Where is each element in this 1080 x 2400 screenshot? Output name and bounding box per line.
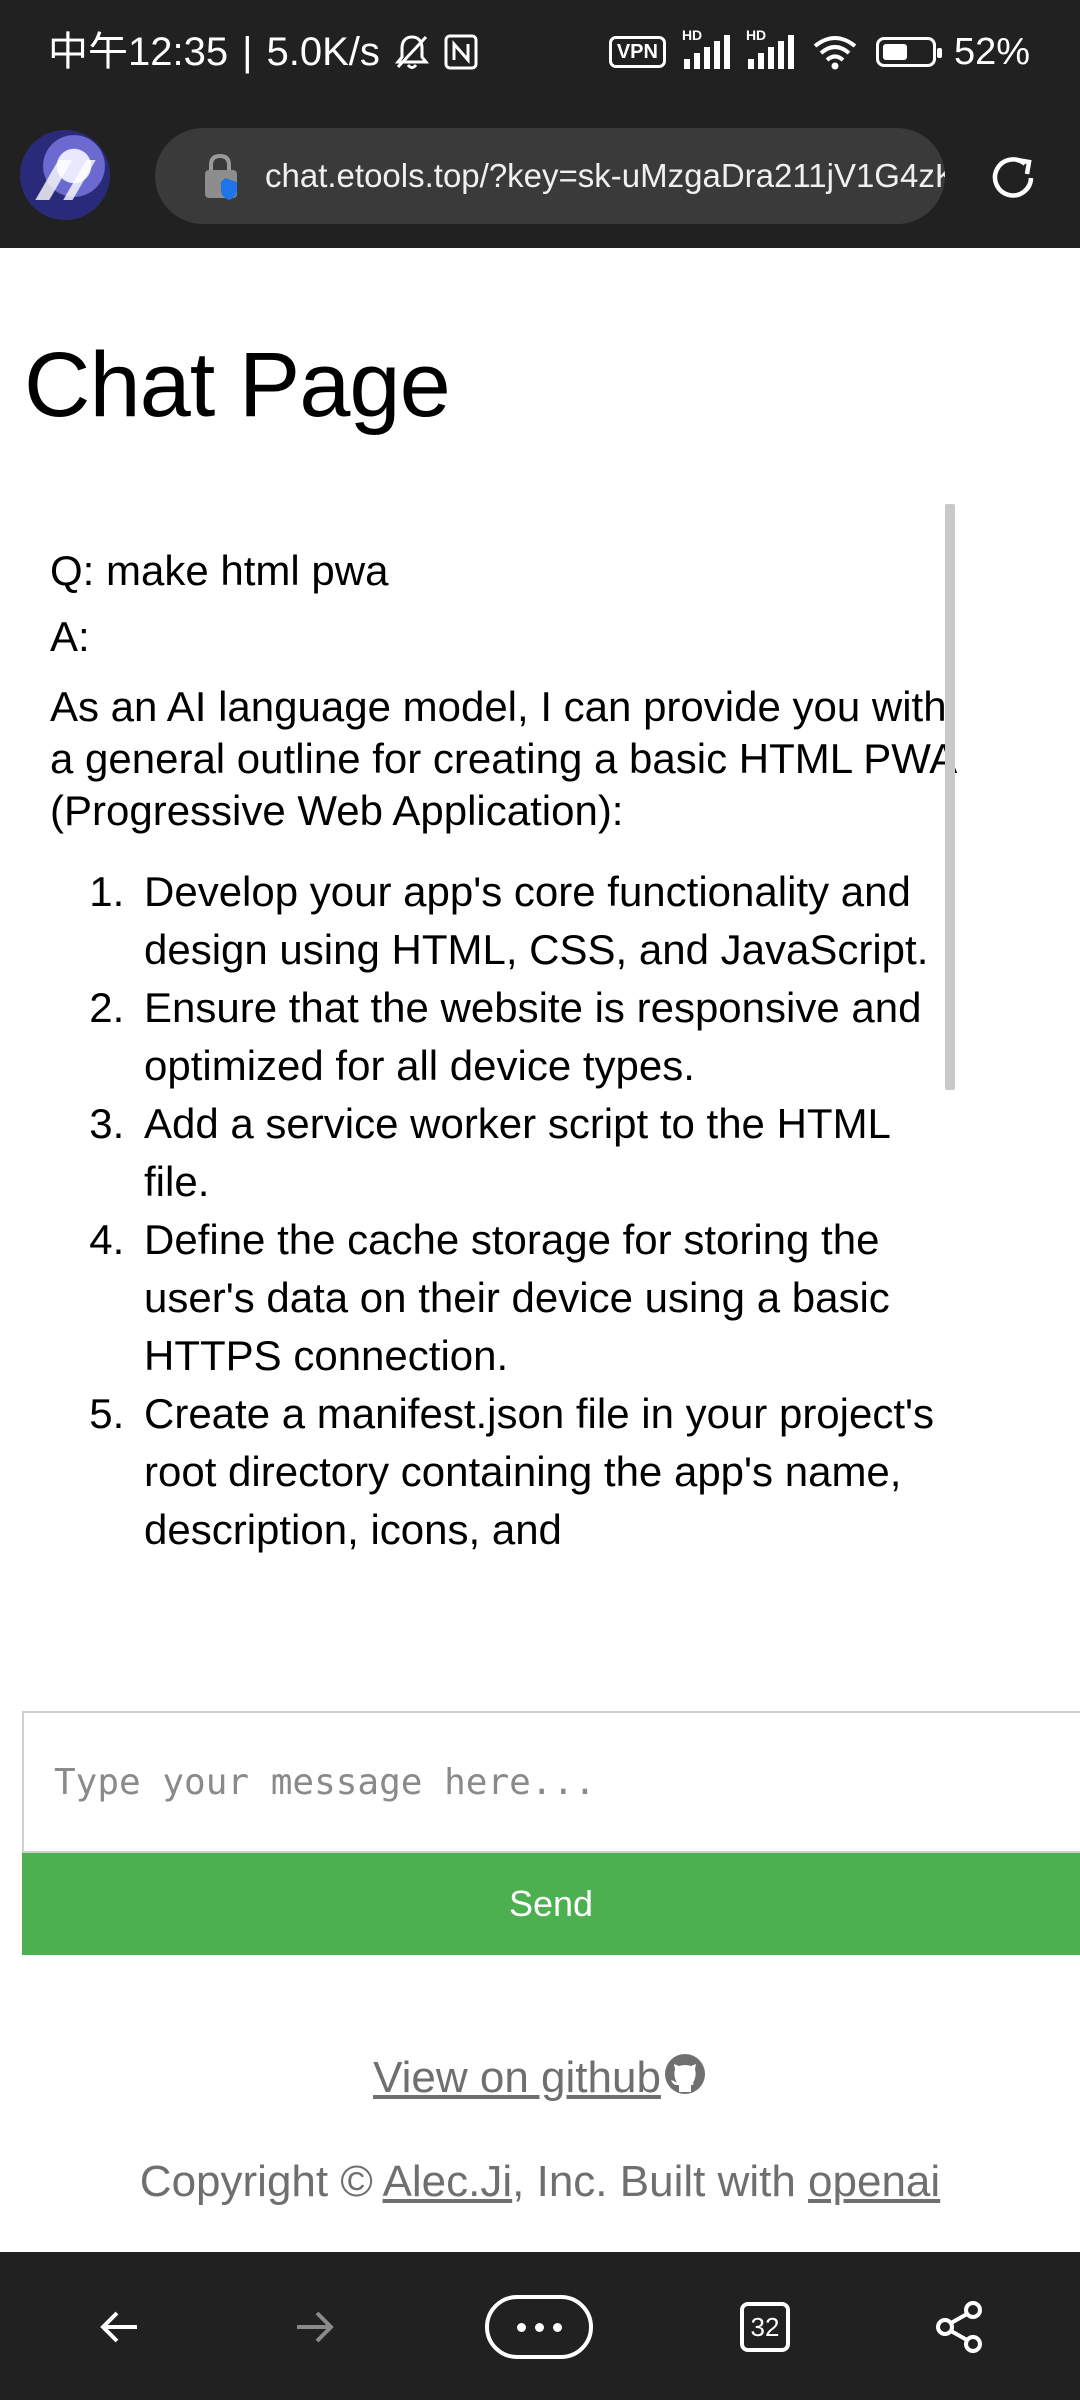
status-bar: 中午12:35 | 5.0K/s VPN HD HD 52% <box>0 0 1080 105</box>
browser-toolbar: chat.etools.top/?key=sk-uMzgaDra211jV1G4… <box>0 105 1080 248</box>
message-input[interactable] <box>22 1711 1080 1853</box>
list-item: Develop your app's core functionality an… <box>136 863 959 979</box>
send-button[interactable]: Send <box>22 1853 1080 1955</box>
dot-icon <box>534 2322 544 2332</box>
tabs-button[interactable]: 32 <box>740 2302 790 2352</box>
vpn-badge: VPN <box>608 36 666 68</box>
github-footer: View on github <box>0 2052 1080 2103</box>
copyright-prefix: Copyright © <box>139 2157 383 2206</box>
separator: | <box>242 30 253 74</box>
status-right: VPN HD HD 52% <box>608 26 1030 78</box>
signal-icon: HD <box>682 27 730 69</box>
avatar[interactable] <box>20 130 110 220</box>
mute-bell-icon <box>394 35 430 69</box>
forward-button[interactable] <box>279 2292 349 2362</box>
share-button[interactable] <box>925 2292 995 2362</box>
list-item: Ensure that the website is responsive an… <box>136 979 959 1095</box>
user-question: Q: make html pwa <box>50 547 389 594</box>
menu-button[interactable] <box>485 2295 593 2359</box>
battery-percent: 52% <box>953 30 1030 73</box>
arrow-right-icon <box>297 2311 334 2343</box>
list-item: Add a service worker script to the HTML … <box>136 1095 959 1211</box>
github-link[interactable]: View on github <box>373 2053 661 2102</box>
clock: 中午12:35 <box>48 30 229 74</box>
nfc-icon <box>444 34 478 70</box>
signal-icon-2: HD <box>746 27 794 69</box>
dot-icon <box>516 2322 526 2332</box>
browser-bottom-bar: 32 <box>0 2252 1080 2400</box>
openai-link[interactable]: openai <box>808 2157 940 2206</box>
arrow-left-icon <box>100 2311 137 2343</box>
url-text[interactable]: chat.etools.top/?key=sk-uMzgaDra211jV1G4… <box>265 157 945 195</box>
answer-intro: As an AI language model, I can provide y… <box>50 683 955 834</box>
answer-steps: Develop your app's core functionality an… <box>50 863 959 1559</box>
copyright: Copyright © Alec.Ji, Inc. Built with ope… <box>0 2157 1080 2207</box>
page-title: Chat Page <box>24 334 451 436</box>
battery-icon <box>875 37 942 67</box>
answer-label: A: <box>50 613 90 660</box>
chat-scrollbar[interactable] <box>945 504 955 1090</box>
github-icon[interactable] <box>663 2052 707 2096</box>
reload-icon[interactable] <box>985 150 1041 206</box>
lock-icon[interactable] <box>195 150 247 202</box>
network-speed: 5.0K/s <box>266 30 380 74</box>
dot-icon <box>552 2322 562 2332</box>
status-left: 中午12:35 | 5.0K/s <box>48 26 478 78</box>
list-item: Define the cache storage for storing the… <box>136 1211 959 1385</box>
address-bar[interactable]: chat.etools.top/?key=sk-uMzgaDra211jV1G4… <box>155 128 945 224</box>
copyright-middle: , Inc. Built with <box>512 2157 809 2206</box>
chat-log[interactable]: Q: make html pwa A: As an AI language mo… <box>24 505 959 1600</box>
wifi-icon <box>813 36 857 70</box>
author-link[interactable]: Alec.Ji <box>383 2157 513 2206</box>
back-button[interactable] <box>85 2292 155 2362</box>
list-item: Create a manifest.json file in your proj… <box>136 1385 959 1559</box>
share-icon <box>936 2301 982 2353</box>
